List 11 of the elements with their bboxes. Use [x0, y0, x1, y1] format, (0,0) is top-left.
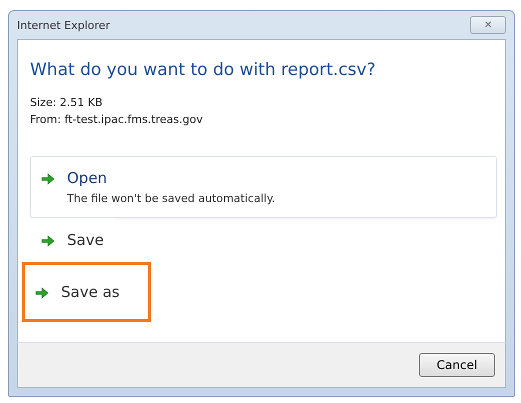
option-button[interactable]: Save as: [22, 262, 151, 322]
arrow-icon: [35, 287, 49, 299]
file-detail: From: ft-test.ipac.fms.treas.gov: [30, 113, 204, 126]
window-title: Internet Explorer: [17, 18, 110, 32]
close-button[interactable]: ✕: [470, 16, 506, 34]
option-button[interactable]: Open The file won't be saved automatically.: [30, 156, 497, 218]
file-detail: Size: 2.51 KB: [30, 96, 104, 109]
dialog-heading: What do you want to do with report.csv?: [30, 60, 377, 80]
cancel-button[interactable]: Cancel: [419, 353, 495, 377]
arrow-icon: [41, 235, 55, 247]
arrow-icon: [41, 173, 55, 185]
